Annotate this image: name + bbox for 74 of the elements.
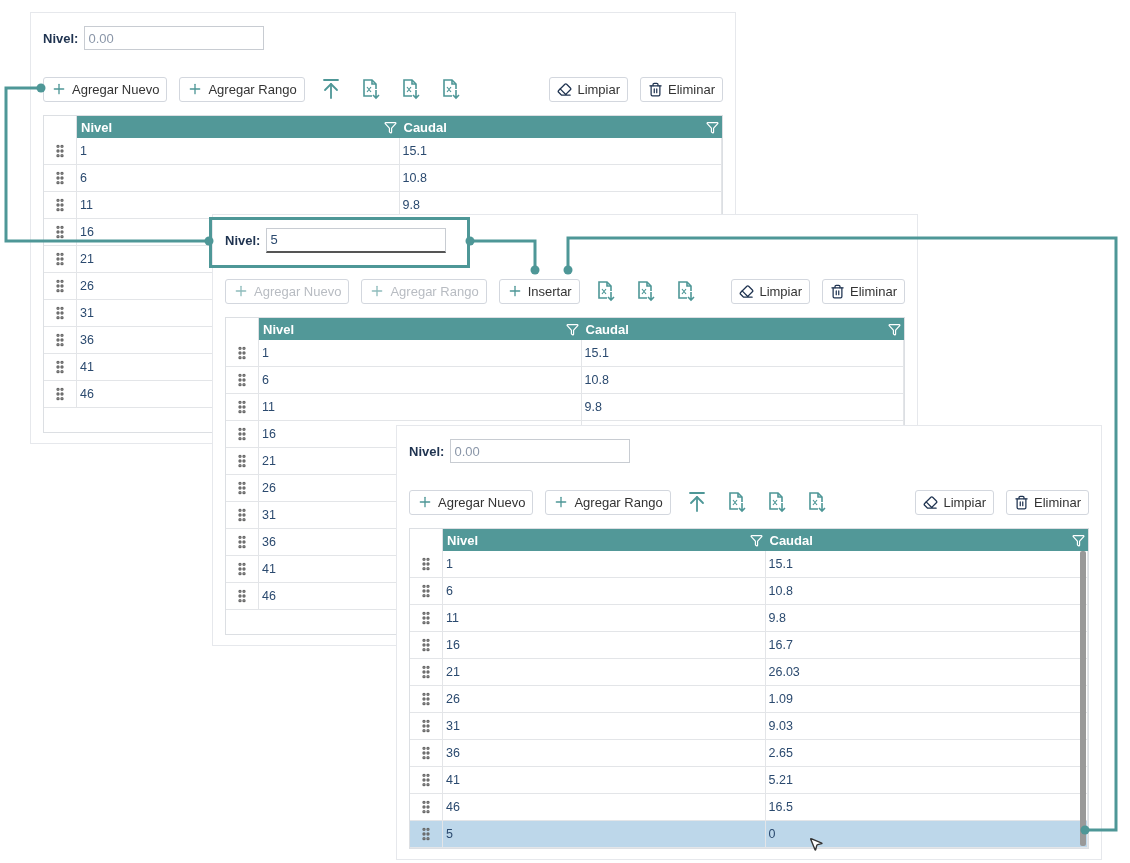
clear-button[interactable]: Limpiar — [731, 278, 811, 304]
table-cell: 9.8 — [581, 394, 904, 421]
file-download-icon — [595, 280, 616, 302]
table-cell: 11 — [259, 394, 582, 421]
table-cell: 11 — [443, 605, 766, 632]
field-label: Nivel: — [43, 30, 79, 46]
file-download-icon — [675, 280, 696, 302]
filter-icon[interactable] — [1072, 533, 1085, 547]
table-cell: 1.09 — [765, 686, 1088, 713]
scrollbar[interactable] — [1080, 551, 1086, 846]
mouse-cursor-icon — [808, 836, 824, 852]
table-cell: 26 — [443, 686, 766, 713]
table-cell: 1 — [443, 551, 766, 578]
table-cell: 1 — [77, 138, 400, 165]
field-label: Nivel: — [225, 232, 261, 248]
filter-icon[interactable] — [749, 533, 763, 547]
filter-icon[interactable] — [565, 322, 579, 336]
table-cell: 16.7 — [765, 632, 1088, 659]
file-download-icon — [400, 78, 421, 100]
input-field[interactable]: 5 — [266, 227, 447, 253]
table-cell: 41 — [443, 767, 766, 794]
table-cell: 2.65 — [765, 740, 1088, 767]
add-button[interactable]: Agregar Nuevo — [409, 489, 534, 515]
table-cell: 46 — [443, 794, 766, 821]
delete-button[interactable]: Eliminar — [640, 76, 723, 102]
add-button[interactable]: Agregar Rango — [545, 489, 671, 515]
filter-icon[interactable] — [383, 120, 397, 134]
plus-icon — [51, 81, 67, 97]
table-cell: 6 — [259, 367, 582, 394]
file-download-icon — [766, 491, 787, 513]
table-cell: 9.03 — [765, 713, 1088, 740]
add-button[interactable]: Agregar Nuevo — [43, 76, 168, 102]
file-download-icon — [440, 78, 461, 100]
clear-button[interactable]: Limpiar — [549, 76, 629, 102]
eraser-icon — [739, 283, 755, 299]
table-cell: 16.5 — [765, 794, 1088, 821]
plus-icon — [233, 283, 249, 299]
clear-button[interactable]: Limpiar — [915, 489, 995, 515]
table-cell: 6 — [443, 578, 766, 605]
input-field[interactable]: 0.00 — [450, 439, 631, 463]
trash-icon — [648, 81, 664, 97]
table-cell: 6 — [77, 165, 400, 192]
eraser-icon — [557, 81, 573, 97]
plus-icon — [417, 494, 433, 510]
add-button[interactable]: Agregar Rango — [179, 76, 305, 102]
table-cell: 0 — [765, 821, 1088, 848]
table-cell: 16 — [443, 632, 766, 659]
table-cell: 1 — [259, 340, 582, 367]
table-cell: 15.1 — [581, 340, 904, 367]
file-download-icon — [726, 491, 747, 513]
file-download-icon — [635, 280, 656, 302]
trash-icon — [1014, 494, 1030, 510]
delete-button[interactable]: Eliminar — [822, 278, 905, 304]
table-cell: 15.1 — [765, 551, 1088, 578]
table-cell: 5.21 — [765, 767, 1088, 794]
table-cell: 26.03 — [765, 659, 1088, 686]
file-download-icon — [806, 491, 827, 513]
table-cell: 21 — [443, 659, 766, 686]
file-download-icon — [360, 78, 381, 100]
trash-icon — [830, 283, 846, 299]
filter-icon[interactable] — [706, 120, 719, 134]
table-cell: 9.8 — [765, 605, 1088, 632]
table-cell: 10.8 — [581, 367, 904, 394]
table-cell: 31 — [443, 713, 766, 740]
delete-button[interactable]: Eliminar — [1006, 489, 1089, 515]
add-button[interactable]: Insertar — [498, 278, 580, 304]
table-cell: 36 — [443, 740, 766, 767]
table-cell: 5 — [443, 821, 766, 848]
table-cell: 15.1 — [399, 138, 722, 165]
input-field[interactable]: 0.00 — [84, 26, 265, 50]
table-cell: 10.8 — [399, 165, 722, 192]
eraser-icon — [923, 494, 939, 510]
filter-icon[interactable] — [888, 322, 901, 336]
table-cell: 10.8 — [765, 578, 1088, 605]
